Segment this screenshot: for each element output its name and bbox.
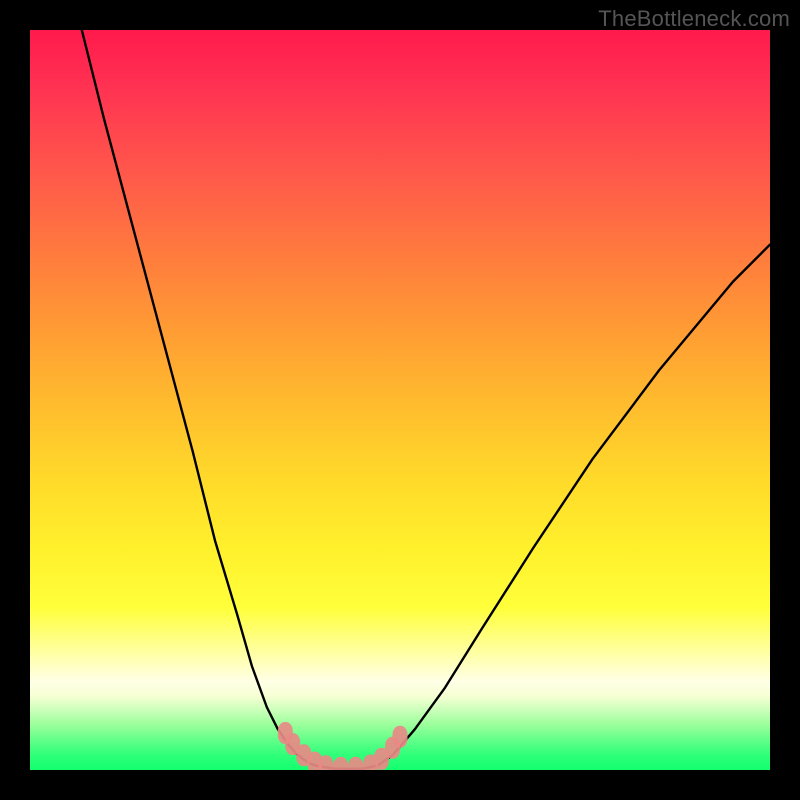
bottleneck-curve — [82, 30, 770, 769]
valley-marker — [393, 726, 408, 748]
attribution-watermark: TheBottleneck.com — [598, 6, 790, 32]
chart-stage: TheBottleneck.com — [0, 0, 800, 800]
curve-overlay — [30, 30, 770, 770]
valley-marker — [333, 757, 348, 770]
valley-marker — [348, 757, 363, 770]
valley-marker-group — [278, 722, 408, 770]
